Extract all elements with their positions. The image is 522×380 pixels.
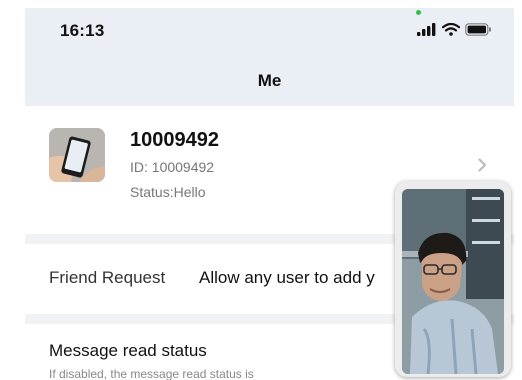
chevron-right-icon <box>478 158 486 172</box>
profile-id: ID: 10009492 <box>130 159 215 175</box>
remote-video[interactable] <box>402 189 504 374</box>
video-call-pip[interactable] <box>395 181 511 377</box>
status-icons <box>417 23 492 36</box>
signal-icon <box>417 23 436 36</box>
wifi-icon <box>442 23 460 36</box>
friend-request-label: Friend Request <box>49 268 166 287</box>
friend-request-value: Allow any user to add y <box>199 268 375 287</box>
profile-name: 10009492 <box>130 129 219 151</box>
avatar[interactable] <box>49 128 105 182</box>
message-read-status-description: If disabled, the message read status is <box>49 367 254 380</box>
battery-icon <box>465 23 491 36</box>
page-title: Me <box>257 71 282 90</box>
profile-status: Status:Hello <box>130 184 206 200</box>
status-time: 16:13 <box>60 21 105 40</box>
message-read-status-title: Message read status <box>49 341 207 360</box>
camera-indicator-icon <box>416 10 421 15</box>
header: 16:13 Me <box>25 8 514 106</box>
